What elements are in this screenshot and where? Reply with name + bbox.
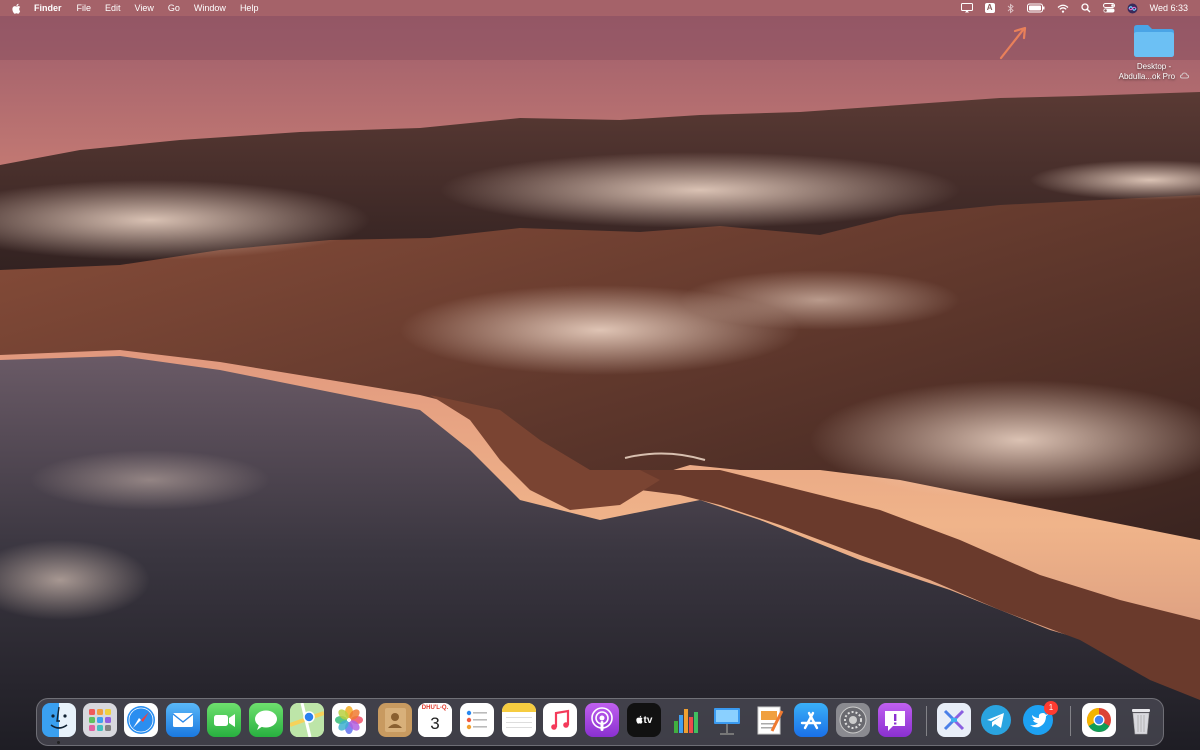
tv-icon-label: tv: [635, 714, 653, 726]
finder-running-indicator: [57, 741, 60, 744]
wallpaper-landscape-image: [0, 0, 1200, 750]
menu-app-name[interactable]: Finder: [34, 0, 62, 16]
calendar-day-label: 3: [418, 713, 452, 737]
screen-mirroring-icon[interactable]: [960, 0, 973, 16]
apple-logo-icon[interactable]: [10, 3, 24, 14]
spotlight-search-icon[interactable]: [1080, 0, 1091, 16]
desktop-folder-label-line2: Abdulla...ok Pro: [1112, 72, 1196, 82]
screens-icon[interactable]: [937, 703, 971, 737]
calendar-icon[interactable]: DHU'L-Q. 3: [418, 703, 452, 737]
dock-separator: [1070, 706, 1071, 736]
pages-icon[interactable]: [752, 703, 786, 737]
trash-icon[interactable]: [1124, 703, 1158, 737]
reminders-icon[interactable]: [460, 703, 494, 737]
menu-view[interactable]: View: [135, 0, 154, 16]
icloud-icon: [1180, 72, 1190, 82]
keynote-icon[interactable]: [710, 703, 744, 737]
control-center-icon[interactable]: [1102, 0, 1115, 16]
arrow-icon: [995, 22, 1035, 67]
contacts-icon[interactable]: [378, 703, 412, 737]
input-source-label: A: [984, 3, 995, 13]
feedback-assistant-icon[interactable]: [878, 703, 912, 737]
facetime-icon[interactable]: [207, 703, 241, 737]
tv-icon[interactable]: tv: [627, 703, 661, 737]
podcasts-icon[interactable]: [585, 703, 619, 737]
numbers-icon[interactable]: [668, 703, 702, 737]
mail-icon[interactable]: [166, 703, 200, 737]
desktop-folder-label: Desktop - Abdulla...ok Pro: [1112, 62, 1196, 82]
chrome-icon[interactable]: [1082, 703, 1116, 737]
desktop-wallpaper: [0, 0, 1200, 750]
calendar-month-label: DHU'L-Q.: [418, 703, 452, 713]
desktop-folder-item[interactable]: Desktop - Abdulla...ok Pro: [1112, 22, 1196, 82]
maps-icon[interactable]: [290, 703, 324, 737]
photos-icon[interactable]: [332, 703, 366, 737]
menu-bar-left: Finder File Edit View Go Window Help: [0, 0, 272, 16]
menu-bar: Finder File Edit View Go Window Help A W…: [0, 0, 1200, 16]
desktop-folder-label-text: Abdulla...ok Pro: [1118, 72, 1176, 82]
system-preferences-icon[interactable]: [836, 703, 870, 737]
safari-icon[interactable]: [124, 703, 158, 737]
input-source-icon[interactable]: A: [984, 0, 995, 16]
bluetooth-icon[interactable]: [1007, 0, 1015, 16]
music-icon[interactable]: [543, 703, 577, 737]
menu-file[interactable]: File: [77, 0, 92, 16]
battery-icon[interactable]: [1026, 0, 1045, 16]
wifi-icon[interactable]: [1057, 0, 1069, 16]
desktop-folder-label-line1: Desktop -: [1136, 62, 1172, 71]
menu-bar-status-area: A Wed 6:33: [949, 0, 1188, 16]
menu-edit[interactable]: Edit: [105, 0, 121, 16]
menu-help[interactable]: Help: [240, 0, 259, 16]
launchpad-icon[interactable]: [83, 703, 117, 737]
siri-icon[interactable]: [1127, 0, 1138, 16]
menu-bar-clock[interactable]: Wed 6:33: [1150, 3, 1188, 13]
twitter-notification-badge: 1: [1044, 701, 1058, 715]
app-store-icon[interactable]: [794, 703, 828, 737]
menu-window[interactable]: Window: [194, 0, 226, 16]
menu-go[interactable]: Go: [168, 0, 180, 16]
folder-icon: [1132, 22, 1176, 58]
finder-icon[interactable]: [42, 703, 76, 737]
messages-icon[interactable]: [249, 703, 283, 737]
tv-label: tv: [643, 714, 653, 726]
telegram-icon[interactable]: [979, 703, 1013, 737]
dock-separator: [926, 706, 927, 736]
notes-icon[interactable]: [502, 703, 536, 737]
